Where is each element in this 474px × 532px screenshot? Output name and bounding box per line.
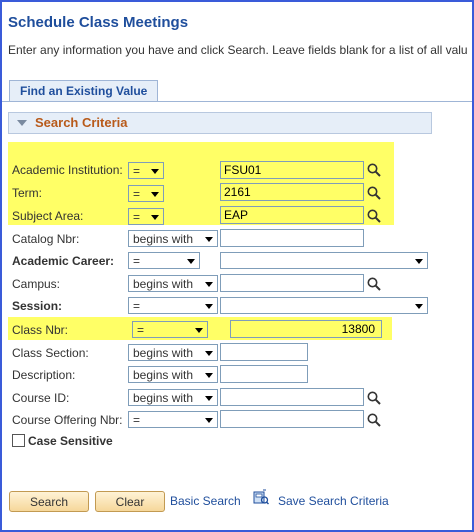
chevron-down-icon [205,237,213,242]
session-label: Session: [12,299,63,313]
academic-institution-operator-select[interactable]: = [128,162,164,179]
page-title: Schedule Class Meetings [8,14,189,31]
term-operator-value: = [133,187,141,201]
subject-area-operator-select[interactable]: = [128,208,164,225]
description-operator-value: begins with [133,368,194,382]
chevron-down-icon [151,215,159,220]
academic-career-select[interactable] [220,252,428,269]
chevron-down-icon [205,418,213,423]
campus-input[interactable] [220,274,364,292]
description-input[interactable] [220,365,308,383]
chevron-down-icon [205,351,213,356]
class-section-operator-select[interactable]: begins with [128,344,218,361]
course-id-operator-value: begins with [133,391,194,405]
basic-search-link[interactable]: Basic Search [170,494,241,508]
save-search-criteria-link[interactable]: Save Search Criteria [278,494,389,508]
academic-institution-label: Academic Institution: [12,163,123,177]
course-id-input[interactable] [220,388,364,406]
lookup-icon[interactable] [366,276,382,292]
course-offering-nbr-input[interactable] [220,410,364,428]
class-nbr-operator-select[interactable]: = [132,321,208,338]
catalog-nbr-label: Catalog Nbr: [12,232,80,246]
tab-find-existing-value[interactable]: Find an Existing Value [9,80,159,101]
course-offering-nbr-label: Course Offering Nbr: [12,413,123,427]
term-input[interactable]: 2161 [220,183,364,201]
save-search-icon[interactable] [253,489,269,505]
chevron-down-icon [205,282,213,287]
session-operator-value: = [133,299,141,313]
campus-operator-select[interactable]: begins with [128,275,218,292]
case-sensitive-label: Case Sensitive [28,434,113,448]
chevron-down-icon [195,328,203,333]
clear-button[interactable]: Clear [95,491,165,512]
class-section-label: Class Section: [12,346,89,360]
catalog-nbr-operator-value: begins with [133,232,194,246]
description-operator-select[interactable]: begins with [128,366,218,383]
course-id-label: Course ID: [12,391,70,405]
session-operator-select[interactable]: = [128,297,218,314]
academic-institution-input[interactable]: FSU01 [220,161,364,179]
instructions-text: Enter any information you have and click… [8,43,468,57]
lookup-icon[interactable] [366,185,382,201]
catalog-nbr-input[interactable] [220,229,364,247]
class-section-operator-value: begins with [133,346,194,360]
class-nbr-operator-value: = [137,323,145,337]
chevron-down-icon [415,259,423,264]
lookup-icon[interactable] [366,208,382,224]
search-button[interactable]: Search [9,491,89,512]
search-criteria-title: Search Criteria [35,115,128,130]
lookup-icon[interactable] [366,390,382,406]
course-id-operator-select[interactable]: begins with [128,389,218,406]
course-offering-nbr-operator-value: = [133,413,141,427]
academic-career-operator-select[interactable]: = [128,252,200,269]
catalog-nbr-operator-select[interactable]: begins with [128,230,218,247]
chevron-down-icon [187,259,195,264]
chevron-down-icon [151,192,159,197]
search-criteria-header[interactable]: Search Criteria [8,112,432,134]
term-operator-select[interactable]: = [128,185,164,202]
tab-divider [2,101,472,102]
subject-area-operator-value: = [133,210,141,224]
class-nbr-input[interactable]: 13800 [230,320,382,338]
academic-career-label: Academic Career: [12,254,115,268]
class-nbr-label: Class Nbr: [12,323,69,337]
case-sensitive-checkbox[interactable] [12,434,25,447]
chevron-down-icon [205,373,213,378]
collapse-triangle-icon[interactable] [17,120,27,126]
chevron-down-icon [205,396,213,401]
chevron-down-icon [205,304,213,309]
subject-area-label: Subject Area: [12,209,84,223]
campus-operator-value: begins with [133,277,194,291]
page-frame: Schedule Class Meetings Enter any inform… [0,0,474,532]
academic-career-operator-value: = [133,254,141,268]
campus-label: Campus: [12,277,61,291]
lookup-icon[interactable] [366,162,382,178]
course-offering-nbr-operator-select[interactable]: = [128,411,218,428]
chevron-down-icon [151,169,159,174]
session-select[interactable] [220,297,428,314]
term-label: Term: [12,186,42,200]
lookup-icon[interactable] [366,412,382,428]
description-label: Description: [12,368,76,382]
subject-area-input[interactable]: EAP [220,206,364,224]
chevron-down-icon [415,304,423,309]
class-section-input[interactable] [220,343,308,361]
academic-institution-operator-value: = [133,164,141,178]
